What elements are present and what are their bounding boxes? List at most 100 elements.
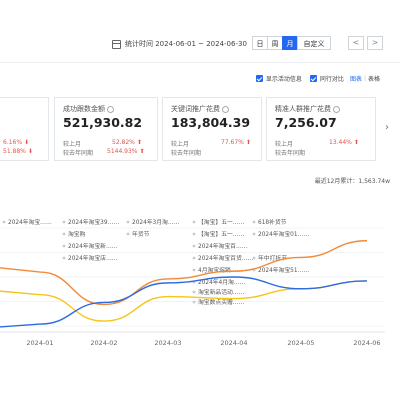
compare-option[interactable]: 同行对比 bbox=[309, 74, 344, 83]
x-tick-label: 2024-06 bbox=[353, 339, 380, 347]
date-range-picker[interactable]: 统计时间 2024-06-01 ~ 2024-06-30 bbox=[112, 37, 247, 51]
card-value: 521,930.82 bbox=[63, 115, 143, 130]
event-dot bbox=[252, 220, 256, 224]
event-annotation[interactable]: 2024年淘宝…… bbox=[2, 218, 52, 226]
prev-period-button[interactable]: < bbox=[348, 36, 364, 50]
event-dot bbox=[192, 268, 196, 272]
info-icon bbox=[107, 105, 114, 113]
event-dot bbox=[192, 256, 196, 260]
kpi-card-partial[interactable]: 6.16% ⬇ 51.88% ⬇ bbox=[0, 97, 49, 161]
mom-label: 较上月 bbox=[63, 141, 82, 148]
checkbox-checked-icon[interactable] bbox=[255, 75, 263, 82]
event-label: 2024年淘宝百…… bbox=[198, 242, 248, 250]
event-dot bbox=[192, 300, 196, 304]
show-events-label: 显示活动信息 bbox=[265, 76, 302, 83]
granularity-month[interactable]: 月 bbox=[282, 36, 298, 50]
view-separator: | bbox=[363, 75, 366, 82]
yoy-label: 较去年同期 bbox=[63, 150, 94, 157]
event-annotation[interactable]: 【淘宝】五一…… bbox=[192, 218, 245, 226]
event-label: 年中打折节 bbox=[258, 254, 287, 262]
view-chart-link[interactable]: 图表 bbox=[350, 74, 362, 83]
info-icon bbox=[222, 105, 229, 113]
event-dot bbox=[192, 232, 196, 236]
mom-label: 较上月 bbox=[171, 141, 190, 148]
event-annotation[interactable]: 2024年3月淘…… bbox=[126, 218, 180, 226]
series-line bbox=[0, 240, 368, 306]
x-tick-label: 2024-04 bbox=[220, 339, 247, 347]
next-period-button[interactable]: > bbox=[367, 36, 383, 50]
event-dot bbox=[192, 220, 196, 224]
yoy-pct: 5144.93% ⬆ bbox=[107, 148, 145, 155]
event-dot bbox=[192, 290, 196, 294]
card-title: 成功跟数金额 bbox=[63, 104, 114, 114]
event-annotation[interactable]: 2024年淘宝01…… bbox=[252, 230, 310, 238]
event-label: 2024年淘宝店…… bbox=[68, 254, 118, 262]
granularity-custom[interactable]: 自定义 bbox=[297, 36, 331, 50]
info-icon bbox=[333, 105, 340, 113]
event-label: 2024年淘宝39…… bbox=[68, 218, 119, 226]
cumulative-footnote: 最近12月累计：1,563.74w bbox=[314, 178, 390, 185]
mom-pct: 52.82% ⬆ bbox=[112, 139, 142, 146]
event-annotation[interactable]: 618补货节 bbox=[252, 218, 287, 226]
event-label: 2024年淘宝百货…… bbox=[198, 254, 254, 262]
x-tick-label: 2024-02 bbox=[90, 339, 117, 347]
event-annotation[interactable]: 2024年淘宝店…… bbox=[62, 254, 118, 262]
granularity-day[interactable]: 日 bbox=[252, 36, 268, 50]
event-dot bbox=[126, 232, 130, 236]
event-dot bbox=[62, 232, 66, 236]
chevron-right-icon[interactable]: › bbox=[385, 122, 389, 133]
event-annotation[interactable]: 年货节 bbox=[126, 230, 150, 238]
event-annotation[interactable]: 2024年淘宝百货…… bbox=[192, 254, 254, 262]
event-label: 4月淘宝促销…… bbox=[198, 266, 242, 274]
event-annotation[interactable]: 2024年淘宝新…… bbox=[62, 242, 118, 250]
x-tick-label: 2024-03 bbox=[154, 339, 181, 347]
card-title: 关键词推广花费 bbox=[171, 104, 229, 114]
event-annotation[interactable]: 淘宝新品活动…… bbox=[192, 288, 245, 296]
chart-options: 显示活动信息 同行对比 图表 | 表格 bbox=[248, 74, 380, 83]
yoy-pct: 51.88% ⬇ bbox=[3, 148, 33, 155]
arrow-down-icon: ⬇ bbox=[27, 148, 33, 155]
event-label: 2024年3月淘…… bbox=[132, 218, 180, 226]
x-tick-label: 2024-05 bbox=[287, 339, 314, 347]
view-table-link[interactable]: 表格 bbox=[368, 74, 380, 83]
yoy-label: 较去年同期 bbox=[171, 150, 202, 157]
granularity-toggle: 日 周 月 自定义 bbox=[252, 36, 331, 50]
event-dot bbox=[126, 220, 130, 224]
event-label: 618补货节 bbox=[258, 218, 287, 226]
event-annotation[interactable]: 2024年4月淘…… bbox=[192, 278, 246, 286]
kpi-card-crowd-spend[interactable]: 精准人群推广花费 7,256.07 较上月 较去年同期 13.44% ⬆ bbox=[266, 97, 376, 161]
event-dot bbox=[252, 232, 256, 236]
event-label: 2024年淘宝新…… bbox=[68, 242, 118, 250]
arrow-up-icon: ⬆ bbox=[136, 139, 142, 146]
card-value: 7,256.07 bbox=[275, 115, 337, 130]
event-label: 年货节 bbox=[132, 230, 150, 238]
event-label: 【淘宝】五一…… bbox=[198, 218, 245, 226]
trend-chart: 2024年淘宝…… 2024年淘宝39…… 2024年3月淘…… 【淘宝】五一…… 61… bbox=[0, 188, 400, 358]
event-dot bbox=[192, 244, 196, 248]
show-events-option[interactable]: 显示活动信息 bbox=[255, 74, 302, 83]
card-value: 183,804.39 bbox=[171, 115, 251, 130]
compare-label: 同行对比 bbox=[319, 76, 344, 83]
event-dot bbox=[62, 244, 66, 248]
kpi-card-deal-orders[interactable]: 成功跟数金额 521,930.82 较上月 较去年同期 52.82% ⬆ 514… bbox=[54, 97, 158, 161]
arrow-up-icon: ⬆ bbox=[353, 139, 359, 146]
event-annotation[interactable]: 淘宝购 bbox=[62, 230, 86, 238]
event-dot bbox=[2, 220, 6, 224]
event-annotation[interactable]: 2024年淘宝百…… bbox=[192, 242, 248, 250]
mom-label: 较上月 bbox=[275, 141, 294, 148]
series-line bbox=[0, 276, 368, 328]
checkbox-checked-icon[interactable] bbox=[309, 75, 317, 82]
arrow-up-icon: ⬆ bbox=[245, 139, 251, 146]
x-tick-label: 2024-01 bbox=[26, 339, 53, 347]
granularity-week[interactable]: 周 bbox=[267, 36, 283, 50]
mom-pct: 77.67% ⬆ bbox=[221, 139, 251, 146]
kpi-card-keyword-spend[interactable]: 关键词推广花费 183,804.39 较上月 较去年同期 77.67% ⬆ bbox=[162, 97, 262, 161]
event-annotation[interactable]: 【淘宝】五一…… bbox=[192, 230, 245, 238]
event-label: 淘宝购 bbox=[68, 230, 86, 238]
event-label: 2024年淘宝…… bbox=[8, 218, 52, 226]
event-annotation[interactable]: 年中打折节 bbox=[252, 254, 288, 262]
mom-pct: 6.16% ⬇ bbox=[3, 139, 30, 146]
event-label: 【淘宝】五一…… bbox=[198, 230, 245, 238]
event-annotation[interactable]: 2024年淘宝39…… bbox=[62, 218, 120, 226]
date-range-label: 统计时间 2024-06-01 ~ 2024-06-30 bbox=[125, 40, 247, 48]
